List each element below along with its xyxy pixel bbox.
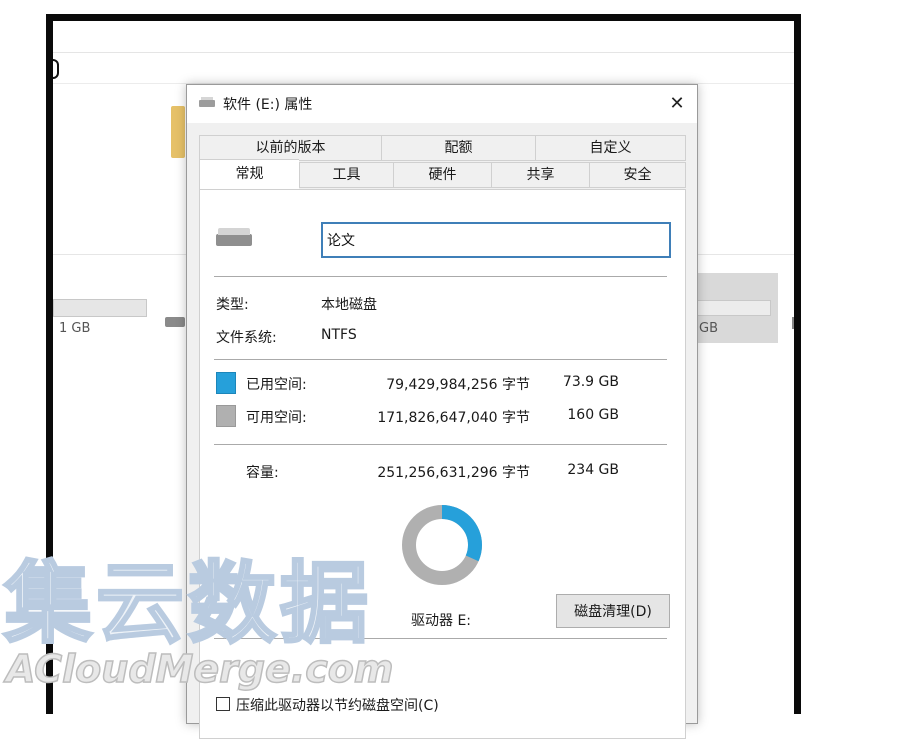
drive-icon-right[interactable] (792, 317, 794, 329)
free-space-bytes: 171,826,647,040 字节 (377, 410, 530, 426)
divider (214, 359, 667, 360)
tab-quota[interactable]: 配额 (381, 135, 535, 161)
drive-title-icon (199, 97, 215, 107)
drive-icon (216, 228, 252, 246)
drive-size-left: 1 GB (59, 321, 91, 336)
drive-usage-bar-left (53, 299, 147, 317)
close-icon[interactable]: ✕ (663, 91, 691, 117)
tab-customize[interactable]: 自定义 (535, 135, 686, 161)
used-space-swatch (216, 372, 236, 394)
drive-icon-left[interactable] (165, 317, 185, 327)
free-space-size: 160 GB (567, 407, 619, 423)
used-space-size: 73.9 GB (562, 374, 619, 390)
filesystem-label: 文件系统: (216, 330, 277, 346)
tab-row-upper: 以前的版本 配额 自定义 (199, 135, 686, 161)
drive-size-right: GB (699, 321, 718, 336)
used-space-label: 已用空间: (246, 377, 307, 393)
tab-previous-versions[interactable]: 以前的版本 (199, 135, 381, 161)
divider (214, 276, 667, 277)
dialog-titlebar[interactable]: 软件 (E:) 属性 ✕ (187, 85, 697, 123)
folder-icon[interactable] (171, 106, 185, 158)
disk-usage-donut (402, 505, 482, 585)
window-edge-glyph (53, 59, 59, 79)
disk-cleanup-button[interactable]: 磁盘清理(D) (556, 594, 670, 628)
capacity-size: 234 GB (567, 462, 619, 478)
free-space-label: 可用空间: (246, 410, 307, 426)
capacity-bytes: 251,256,631,296 字节 (377, 465, 530, 481)
ribbon-divider (53, 52, 794, 53)
drive-name-input[interactable] (321, 222, 671, 258)
tab-tools[interactable]: 工具 (299, 162, 393, 188)
compress-checkbox[interactable] (216, 697, 230, 711)
type-label: 类型: (216, 297, 249, 313)
used-space-bytes: 79,429,984,256 字节 (386, 377, 530, 393)
filesystem-value: NTFS (321, 327, 357, 343)
drive-usage-bar-right (697, 300, 771, 316)
tab-general[interactable]: 常规 (199, 159, 299, 189)
tab-row-lower: 常规 工具 硬件 共享 安全 (199, 159, 686, 189)
compress-option-label: 压缩此驱动器以节约磁盘空间(C) (236, 698, 439, 714)
type-value: 本地磁盘 (321, 297, 377, 313)
free-space-swatch (216, 405, 236, 427)
compress-drive-option[interactable]: 压缩此驱动器以节约磁盘空间(C) (216, 695, 439, 715)
tab-security[interactable]: 安全 (589, 162, 686, 188)
tab-sharing[interactable]: 共享 (491, 162, 589, 188)
tab-hardware[interactable]: 硬件 (393, 162, 491, 188)
divider (214, 444, 667, 445)
capacity-label: 容量: (246, 465, 279, 481)
watermark-chinese: 集云数据 (2, 552, 373, 655)
drive-letter-label: 驱动器 E: (411, 613, 472, 629)
watermark-english: ACloudMerge.com (5, 647, 394, 691)
dialog-title: 软件 (E:) 属性 (223, 97, 313, 113)
